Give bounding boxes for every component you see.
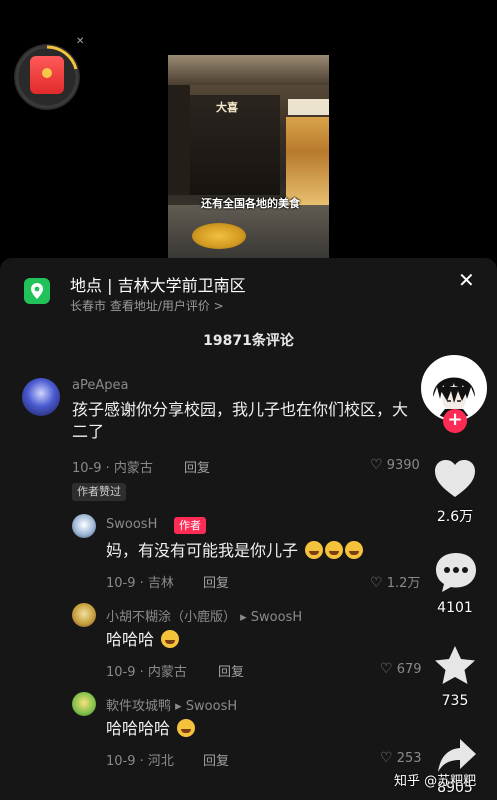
video-player[interactable]: 大喜 还有全国各地的美食	[0, 0, 497, 258]
location-pin-icon	[24, 278, 50, 304]
menu-board-header	[288, 99, 329, 115]
like-count-value: 253	[396, 751, 422, 766]
heart-icon: ♡	[370, 575, 383, 591]
video-wall	[168, 85, 190, 195]
comment-icon[interactable]	[433, 550, 479, 594]
comment-date-location: 10-9 · 内蒙古	[106, 665, 187, 680]
comment-author[interactable]: aPeApea	[72, 378, 128, 393]
comment-date-location: 10-9 · 内蒙古	[72, 461, 153, 476]
favorite-count-label: 735	[441, 693, 469, 709]
reply-button[interactable]: 回复	[203, 750, 229, 769]
like-count[interactable]: ♡ 9390	[370, 457, 420, 473]
like-count[interactable]: ♡ 253	[380, 750, 422, 766]
close-icon[interactable]: ✕	[458, 268, 475, 292]
location-title[interactable]: 地点 | 吉林大学前卫南区	[70, 272, 246, 296]
heart-icon: ♡	[380, 750, 393, 766]
like-count-label: 2.6万	[436, 509, 474, 525]
comment-text[interactable]: 哈哈哈	[106, 629, 180, 651]
comment-text[interactable]: 孩子感谢你分享校园，我儿子也在你们校区，大二了	[72, 399, 418, 443]
like-count[interactable]: ♡ 679	[380, 661, 422, 677]
comment-text-value: 哈哈哈哈	[106, 719, 171, 738]
comment-count-label: 4101	[437, 600, 473, 616]
reply-button[interactable]: 回复	[218, 661, 244, 680]
avatar[interactable]	[72, 692, 96, 716]
laugh-cry-emoji-icon	[325, 541, 344, 559]
comment-author[interactable]: SwoosH	[106, 517, 157, 532]
comment-text[interactable]: 哈哈哈哈	[106, 718, 196, 740]
heart-icon: ♡	[370, 457, 383, 473]
reply-button[interactable]: 回复	[203, 572, 229, 591]
location-subtitle[interactable]: 长春市 查看地址/用户评价 >	[70, 297, 224, 314]
comment-date-location: 10-9 · 吉林	[106, 576, 174, 591]
avatar[interactable]	[22, 378, 60, 416]
heart-icon[interactable]	[431, 455, 479, 503]
comment-text-value: 妈，有没有可能我是你儿子	[106, 541, 299, 560]
close-icon[interactable]: ✕	[76, 36, 84, 47]
heart-icon: ♡	[380, 661, 393, 677]
floor-logo	[192, 223, 246, 249]
video-frame[interactable]: 大喜 还有全国各地的美食	[168, 55, 329, 258]
rofl-emoji-icon	[345, 541, 364, 559]
comment-date-location: 10-9 · 河北	[106, 754, 174, 769]
menu-board	[286, 117, 329, 205]
watermark: 知乎 @苏粑粑	[394, 774, 477, 789]
crying-emoji-icon	[177, 719, 196, 737]
avatar[interactable]	[72, 514, 96, 538]
author-badge: 作者	[174, 517, 206, 534]
comment-count: 19871条评论	[203, 333, 294, 349]
shop-sign: 大喜	[216, 101, 238, 114]
like-count-value: 1.2万	[386, 576, 421, 591]
like-count[interactable]: ♡ 1.2万	[370, 572, 420, 591]
avatar[interactable]	[72, 603, 96, 627]
author-liked-tag: 作者赞过	[72, 483, 126, 501]
laugh-cry-emoji-icon	[161, 630, 180, 648]
red-packet-icon[interactable]	[30, 56, 64, 94]
video-ceiling	[168, 55, 329, 85]
comment-author[interactable]: 小胡不糊涂（小鹿版） ▸ SwoosH	[106, 606, 302, 625]
star-icon[interactable]	[432, 644, 478, 688]
laugh-cry-emoji-icon	[305, 541, 324, 559]
comment-text[interactable]: 妈，有没有可能我是你儿子	[106, 540, 406, 562]
video-caption: 还有全国各地的美食	[201, 197, 300, 210]
comment-text-value: 哈哈哈	[106, 630, 155, 649]
comment-author[interactable]: 軟件攻城鸭 ▸ SwoosH	[106, 695, 237, 714]
reply-button[interactable]: 回复	[184, 457, 210, 476]
like-count-value: 9390	[386, 458, 420, 473]
plus-icon[interactable]: +	[443, 409, 467, 433]
like-count-value: 679	[396, 662, 422, 677]
